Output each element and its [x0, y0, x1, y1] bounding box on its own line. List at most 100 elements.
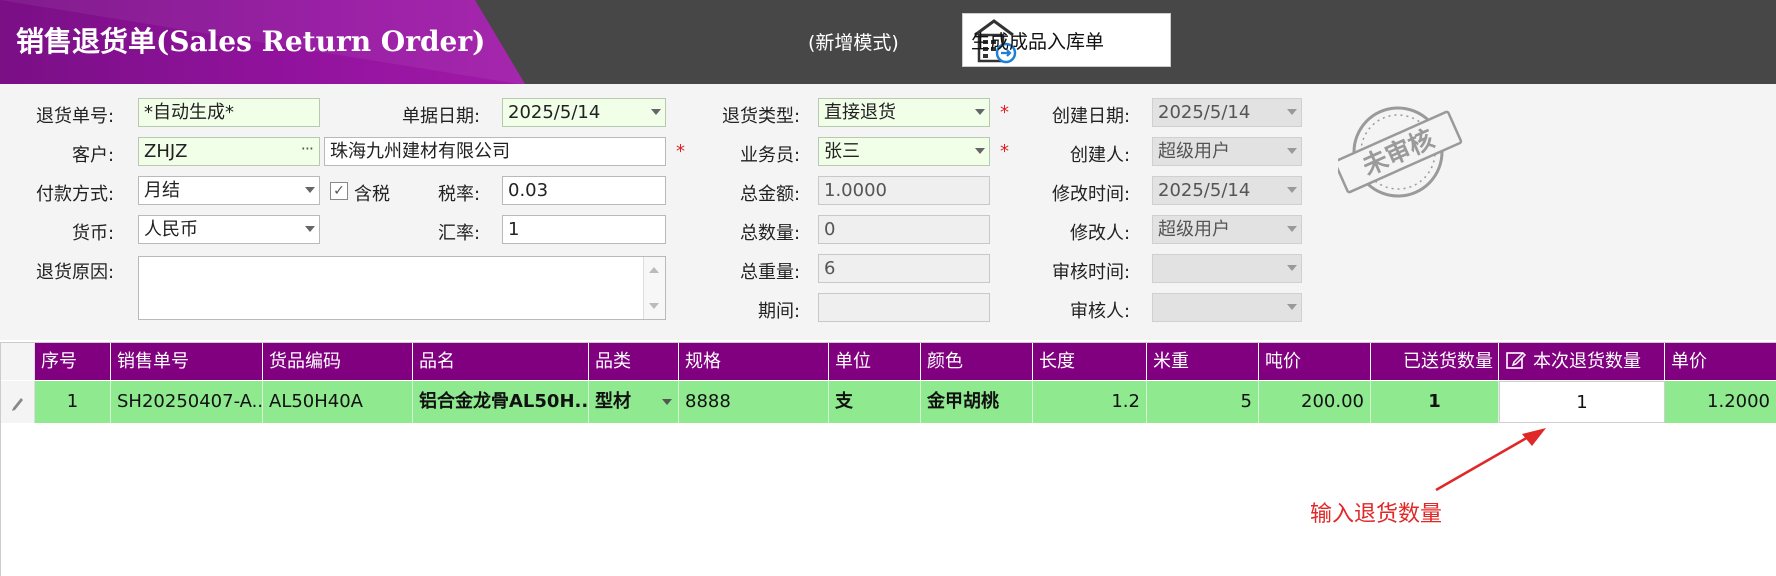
- create-date-value: 2025/5/14: [1158, 102, 1251, 123]
- tax-included-checkbox[interactable]: ✓: [330, 182, 348, 200]
- cell-color[interactable]: 金甲胡桃: [921, 381, 1033, 423]
- cell-ton-price[interactable]: 200.00: [1259, 381, 1371, 423]
- chevron-down-icon[interactable]: [662, 399, 672, 405]
- return-no-field[interactable]: *自动生成*: [138, 98, 320, 127]
- required-mark: *: [1000, 102, 1009, 123]
- creator-value: 超级用户: [1158, 141, 1230, 162]
- reason-textarea[interactable]: [138, 256, 666, 320]
- scrollbar[interactable]: [643, 257, 665, 319]
- doc-date-value: 2025/5/14: [508, 102, 601, 123]
- creator-label: 创建人:: [1070, 145, 1131, 166]
- cell-meter-weight[interactable]: 5: [1147, 381, 1259, 423]
- payment-select[interactable]: 月结: [138, 176, 320, 205]
- grid-header: 序号 销售单号 货品编码 品名 品类 规格 单位 颜色 长度 米重 吨价 已送货…: [1, 343, 1776, 380]
- chevron-down-icon: [305, 187, 315, 193]
- cell-unit[interactable]: 支: [829, 381, 921, 423]
- scroll-down-icon[interactable]: [649, 303, 659, 309]
- payment-label: 付款方式:: [36, 184, 115, 205]
- create-date-label: 创建日期:: [1052, 106, 1131, 127]
- chevron-down-icon: [1287, 148, 1297, 154]
- tax-rate-field[interactable]: 0.03: [502, 176, 666, 205]
- modifier-field: 超级用户: [1152, 215, 1302, 244]
- column-header[interactable]: 单价: [1665, 343, 1776, 380]
- required-mark: *: [1000, 141, 1009, 162]
- chevron-down-icon: [1287, 304, 1297, 310]
- column-header[interactable]: 规格: [679, 343, 829, 380]
- column-header[interactable]: 品名: [413, 343, 589, 380]
- column-header[interactable]: 吨价: [1259, 343, 1371, 380]
- grid-corner: [1, 343, 35, 380]
- total-amount-label: 总金额:: [740, 184, 801, 205]
- cell-category[interactable]: 型材: [589, 381, 679, 423]
- return-type-value: 直接退货: [824, 102, 896, 123]
- cell-item-name[interactable]: 铝合金龙骨AL50H...: [413, 381, 589, 423]
- cell-spec[interactable]: 8888: [679, 381, 829, 423]
- chevron-down-icon: [975, 148, 985, 154]
- required-mark: *: [676, 141, 685, 162]
- cell-item-code[interactable]: AL50H40A: [263, 381, 413, 423]
- chevron-down-icon: [305, 226, 315, 232]
- column-header[interactable]: 品类: [589, 343, 679, 380]
- row-indicator: [1, 381, 35, 423]
- return-type-label: 退货类型:: [722, 106, 801, 127]
- return-type-select[interactable]: 直接退货: [818, 98, 990, 127]
- order-form: 退货单号: *自动生成* 单据日期: 2025/5/14 退货类型: 直接退货 …: [0, 84, 1776, 340]
- create-date-field: 2025/5/14: [1152, 98, 1302, 127]
- page-title: 销售退货单(Sales Return Order): [16, 25, 486, 58]
- customer-label: 客户:: [72, 145, 115, 166]
- cell-unit-price[interactable]: 1.2000: [1665, 381, 1776, 423]
- customer-code-value: ZHJZ: [144, 141, 188, 162]
- column-header[interactable]: 单位: [829, 343, 921, 380]
- annotation-text: 输入退货数量: [1310, 502, 1443, 527]
- customer-name-field[interactable]: 珠海九州建材有限公司: [324, 137, 666, 166]
- generate-warehouse-entry-button[interactable]: 生成成品入库单: [962, 13, 1171, 67]
- auditor-label: 审核人:: [1070, 301, 1131, 322]
- customer-code-field[interactable]: ZHJZ ···: [138, 137, 320, 166]
- salesman-label: 业务员:: [740, 145, 801, 166]
- column-header[interactable]: 颜色: [921, 343, 1033, 380]
- table-row[interactable]: 1 SH20250407-A... AL50H40A 铝合金龙骨AL50H...…: [1, 381, 1776, 423]
- cell-delivered-qty: 1: [1371, 381, 1499, 423]
- total-qty-label: 总数量:: [740, 223, 801, 244]
- column-header[interactable]: 长度: [1033, 343, 1147, 380]
- cell-sales-no[interactable]: SH20250407-A...: [111, 381, 263, 423]
- cell-category-value: 型材: [595, 391, 631, 412]
- currency-label: 货币:: [72, 223, 115, 244]
- column-header-label: 本次退货数量: [1533, 351, 1641, 372]
- ellipsis-icon[interactable]: ···: [301, 138, 314, 162]
- column-header[interactable]: 销售单号: [111, 343, 263, 380]
- modify-time-label: 修改时间:: [1052, 184, 1131, 205]
- column-header-return-qty[interactable]: 本次退货数量: [1499, 343, 1665, 380]
- return-qty-input[interactable]: 1: [1499, 381, 1665, 423]
- currency-value: 人民币: [144, 219, 198, 240]
- audit-time-label: 审核时间:: [1052, 262, 1131, 283]
- tax-rate-label: 税率:: [438, 184, 481, 205]
- audit-time-field: [1152, 254, 1302, 283]
- chevron-down-icon: [1287, 187, 1297, 193]
- total-amount-field: 1.0000: [818, 176, 990, 205]
- total-weight-field: 6: [818, 254, 990, 283]
- total-weight-label: 总重量:: [740, 262, 801, 283]
- currency-select[interactable]: 人民币: [138, 215, 320, 244]
- scroll-up-icon[interactable]: [649, 267, 659, 273]
- chevron-down-icon: [651, 109, 661, 115]
- cell-seq: 1: [35, 381, 111, 423]
- creator-field: 超级用户: [1152, 137, 1302, 166]
- column-header[interactable]: 序号: [35, 343, 111, 380]
- column-header[interactable]: 已送货数量: [1371, 343, 1499, 380]
- column-header[interactable]: 米重: [1147, 343, 1259, 380]
- exchange-rate-field[interactable]: 1: [502, 215, 666, 244]
- modifier-value: 超级用户: [1158, 219, 1230, 240]
- chevron-down-icon: [1287, 265, 1297, 271]
- period-field: [818, 293, 990, 322]
- payment-value: 月结: [144, 180, 180, 201]
- total-qty-field: 0: [818, 215, 990, 244]
- doc-date-field[interactable]: 2025/5/14: [502, 98, 666, 127]
- column-header[interactable]: 货品编码: [263, 343, 413, 380]
- cell-length[interactable]: 1.2: [1033, 381, 1147, 423]
- generate-button-label: 生成成品入库单: [971, 30, 1105, 53]
- salesman-select[interactable]: 张三: [818, 137, 990, 166]
- salesman-value: 张三: [824, 141, 860, 162]
- mode-label: (新增模式): [808, 32, 899, 54]
- auditor-field: [1152, 293, 1302, 322]
